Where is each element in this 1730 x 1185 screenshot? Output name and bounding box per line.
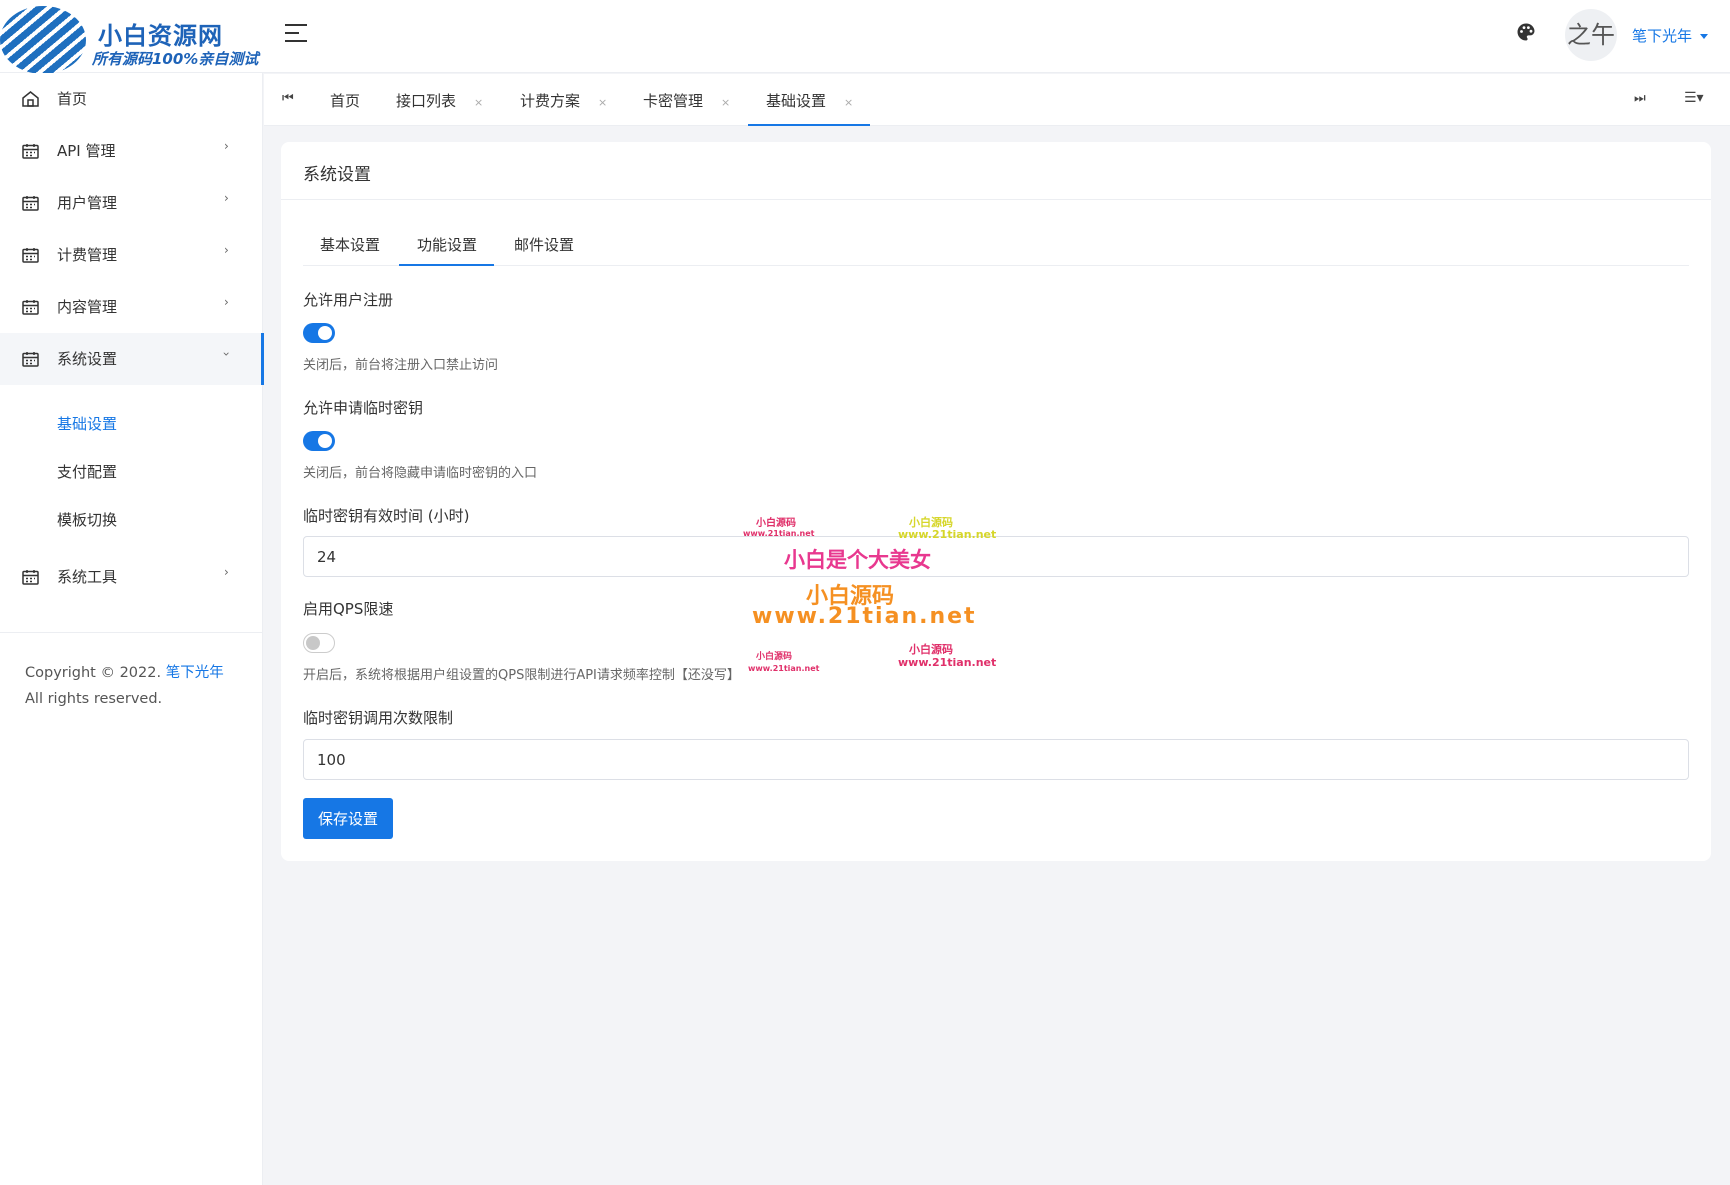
allow-register-label: 允许用户注册 [303,291,394,309]
close-icon[interactable]: × [844,96,853,109]
watermark-url-small: www.21tian.net [748,664,820,673]
sidebar-item-label: 用户管理 [57,194,118,212]
sidebar-item-label: 内容管理 [57,298,118,316]
allow-temp-key-label: 允许申请临时密钥 [303,399,424,417]
sidebar-item-system-tools[interactable]: 系统工具 › [0,551,263,603]
tab-home[interactable]: 首页 [330,90,360,111]
allow-temp-key-help: 关闭后，前台将隐藏申请临时密钥的入口 [303,466,538,481]
sidebar-item-content[interactable]: 内容管理 › [0,281,263,333]
chevron-right-icon: › [224,565,229,579]
watermark-main: 小白是个大美女 [784,548,931,572]
sidebar-item-label: API 管理 [57,142,116,160]
qps-limit-help: 开启后，系统将根据用户组设置的QPS限制进行API请求频率控制【还没写】 [303,668,740,683]
close-icon[interactable]: × [721,96,730,109]
logo-subtitle: 所有源码100%亲自测试 [92,50,259,68]
sidebar-subitem-template[interactable]: 模板切换 [57,509,117,530]
active-tab-indicator [748,124,870,126]
temp-key-hours-label: 临时密钥有效时间 (小时) [303,507,470,525]
calendar-icon [22,144,39,159]
card-divider [281,199,1711,200]
sidebar-item-label: 系统工具 [57,568,118,586]
allow-register-help: 关闭后，前台将注册入口禁止访问 [303,358,499,373]
allow-temp-key-toggle[interactable] [303,431,335,451]
first-tab-icon[interactable]: ⏮ [282,91,294,106]
tab-card-keys[interactable]: 卡密管理 × [643,90,730,111]
watermark-small: 小白源码 [909,643,953,656]
watermark-small: 小白源码 [756,518,796,529]
chevron-right-icon: › [224,191,229,205]
sidebar-item-label: 首页 [57,90,88,108]
sidebar-divider [0,632,263,633]
tab-api-list[interactable]: 接口列表 × [396,90,483,111]
home-icon [22,91,39,107]
tab-label: 接口列表 [396,92,457,110]
chevron-down-icon [1700,34,1709,39]
close-icon[interactable]: × [474,96,483,109]
chevron-right-icon: › [224,295,229,309]
temp-key-hours-input[interactable] [303,536,1689,577]
card-title: 系统设置 [303,165,371,185]
logo[interactable]: 小白资源网 所有源码100%亲自测试 [0,4,285,74]
watermark-url: www.21tian.net [752,604,977,629]
sidebar-item-label: 系统设置 [57,350,118,368]
qps-limit-toggle[interactable] [303,633,335,653]
watermark-url-small: www.21tian.net [898,528,997,541]
page-tab-bar: ⏮ 首页 接口列表 × 计费方案 × 卡密管理 × 基础设置 × ⏭ ☰▾ [264,74,1730,126]
logo-title: 小白资源网 [98,22,223,50]
sidebar-item-home[interactable]: 首页 [0,73,263,125]
logo-globe-icon [0,6,86,74]
settings-card: 系统设置 基本设置 功能设置 邮件设置 允许用户注册 关闭后，前台将注册入口禁止… [281,142,1711,861]
sidebar-subitem-basic-settings[interactable]: 基础设置 [57,413,117,434]
close-icon[interactable]: × [598,96,607,109]
temp-key-calls-input[interactable] [303,739,1689,780]
save-settings-button[interactable]: 保存设置 [303,798,393,839]
tab-email[interactable]: 邮件设置 [514,234,574,255]
calendar-icon [22,196,39,211]
tab-label: 计费方案 [520,92,581,110]
tab-basic-settings[interactable]: 基础设置 × [766,90,853,111]
tab-billing-plans[interactable]: 计费方案 × [520,90,607,111]
chevron-right-icon: › [224,243,229,257]
copyright-link[interactable]: 笔下光年 [166,665,224,681]
calendar-icon [22,300,39,315]
watermark-url-small: www.21tian.net [898,656,997,669]
allow-register-toggle[interactable] [303,323,335,343]
menu-toggle-icon[interactable] [285,24,307,44]
tab-menu-icon[interactable]: ☰▾ [1684,90,1704,106]
watermark-small: 小白源码 [756,652,793,662]
calendar-icon [22,570,39,585]
tab-label: 卡密管理 [643,92,704,110]
sidebar-item-billing[interactable]: 计费管理 › [0,229,263,281]
sidebar-item-api[interactable]: API 管理 › [0,125,263,177]
avatar[interactable]: 之午 [1565,9,1617,61]
copyright: Copyright © 2022. 笔下光年 All rights reserv… [25,665,224,707]
sidebar-item-users[interactable]: 用户管理 › [0,177,263,229]
chevron-down-icon: › [219,351,234,357]
temp-key-calls-label: 临时密钥调用次数限制 [303,709,454,727]
last-tab-icon[interactable]: ⏭ [1634,91,1646,106]
tab-underline [303,265,1689,266]
sidebar-item-label: 计费管理 [57,246,118,264]
active-tab-indicator [399,264,494,266]
calendar-icon [22,248,39,263]
watermark-url-small: www.21tian.net [743,529,815,538]
sidebar-subitem-payment[interactable]: 支付配置 [57,461,117,482]
calendar-icon [22,352,39,367]
tab-label: 首页 [330,92,361,110]
qps-limit-label: 启用QPS限速 [303,600,394,618]
tab-features[interactable]: 功能设置 [417,234,477,255]
top-header: 小白资源网 所有源码100%亲自测试 之午 笔下光年 [0,0,1730,74]
chevron-right-icon: › [224,139,229,153]
user-menu[interactable]: 笔下光年 [1632,25,1709,46]
sidebar-item-system-settings[interactable]: 系统设置 › [0,333,264,385]
tab-basic[interactable]: 基本设置 [320,234,380,255]
tab-label: 基础设置 [766,92,827,110]
palette-icon[interactable] [1516,22,1536,42]
username-label: 笔下光年 [1632,27,1693,45]
sidebar: 首页 API 管理 › 用户管理 › 计费管理 › 内容管理 › 系统设置 › … [0,73,264,1185]
